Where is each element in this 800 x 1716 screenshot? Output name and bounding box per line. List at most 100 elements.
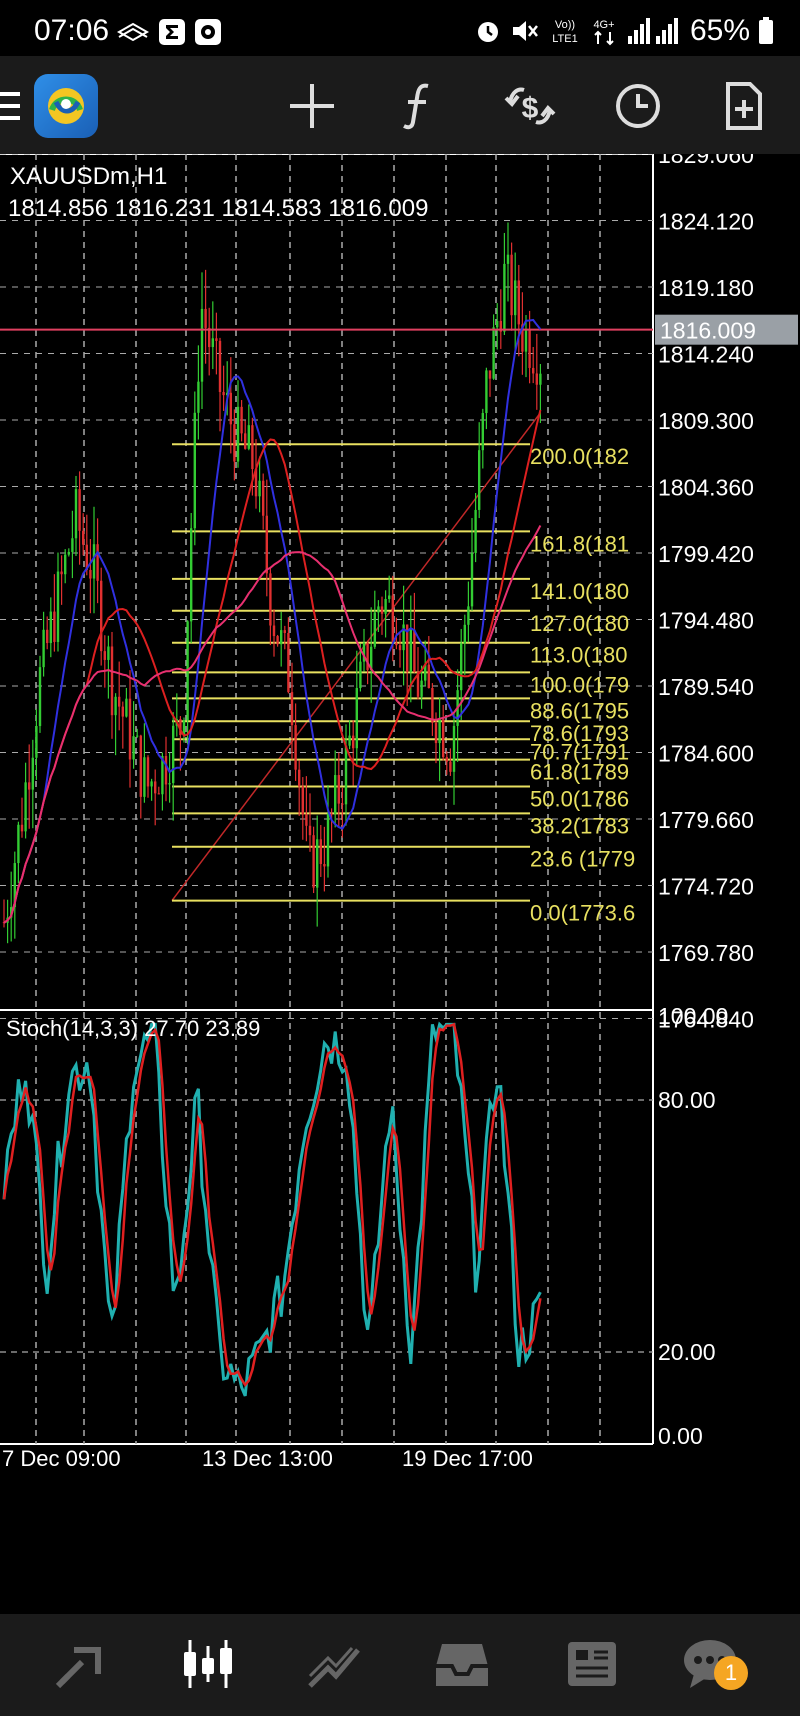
new-document-icon[interactable] (716, 78, 772, 134)
candle-body (488, 370, 492, 379)
candle-body (74, 489, 78, 539)
alarm-icon (477, 22, 498, 42)
candle-body (463, 624, 466, 644)
candle-body (287, 632, 290, 693)
candle-body (478, 450, 481, 510)
candle-body (452, 725, 456, 772)
candle-body (280, 630, 283, 645)
crosshair-icon[interactable] (284, 78, 340, 134)
candle-body (460, 643, 463, 691)
current-price-label: 1816.009 (660, 318, 756, 344)
chart-area[interactable]: 200.0(182 161.8(181 141.0(180 127.0(180 113.… (0, 142, 800, 1614)
clock-period-icon[interactable] (610, 78, 666, 134)
candle-body (128, 698, 132, 760)
candle-body (17, 824, 20, 864)
volte-icon: Vo)) LTE1 (552, 19, 577, 45)
price-tick-label: 1794.480 (658, 608, 754, 634)
candle-body (258, 480, 261, 497)
candle-body (420, 680, 423, 697)
candle-body (236, 406, 240, 462)
candle-body (524, 328, 528, 352)
candle-body (247, 425, 250, 449)
stochastic-oscillator: 100.0080.0020.000.00 (0, 1003, 728, 1449)
candle-body (352, 735, 355, 749)
time-label: 7 Dec 09:00 (2, 1446, 121, 1471)
candle-body (517, 280, 520, 325)
price-tick-label: 1799.420 (658, 541, 754, 567)
svg-text:LTE1: LTE1 (552, 33, 577, 45)
candle-body (89, 569, 92, 579)
candle-body (539, 373, 542, 385)
candle-body (204, 308, 207, 328)
candle-body (298, 769, 301, 787)
price-tick-label: 1779.660 (658, 807, 754, 833)
candle-body (20, 824, 24, 832)
indicators-f-icon[interactable] (392, 78, 448, 134)
trade-dollar-icon[interactable]: $ (502, 78, 558, 134)
candle-body (438, 719, 441, 744)
siamgold-icon (116, 22, 150, 42)
candle-body (398, 645, 402, 651)
fib-level-label: 23.6 (1779 (530, 847, 635, 872)
stoch-label: Stoch(14,3,3) 27.70 23.89 (6, 1016, 260, 1041)
chart-icon[interactable] (178, 1636, 238, 1692)
candle-body (377, 606, 380, 613)
candle-body (269, 573, 272, 626)
fib-level-label: 38.2(1783 (530, 813, 629, 838)
candle-body (391, 595, 394, 643)
candle-body (272, 625, 276, 637)
candle-body (427, 664, 430, 689)
candle-body (316, 839, 319, 888)
fib-level-label: 61.8(1789 (530, 760, 629, 785)
candle-body (294, 725, 297, 770)
trade-icon[interactable] (304, 1636, 364, 1692)
menu-icon[interactable] (0, 92, 20, 120)
candle-body (132, 736, 135, 760)
candle-body (190, 528, 193, 622)
candle-body (78, 489, 81, 531)
candle-body (211, 338, 214, 348)
candle-body (208, 327, 211, 348)
candle-body (172, 725, 175, 784)
candle-body (164, 756, 168, 785)
candle-body (150, 781, 153, 787)
time-label: 13 Dec 13:00 (202, 1446, 333, 1471)
candle-body (503, 263, 506, 332)
candle-body (265, 515, 268, 574)
app-logo[interactable] (34, 74, 98, 138)
history-icon[interactable] (432, 1636, 492, 1692)
candle-body (330, 813, 333, 815)
fib-level-label: 50.0(1786 (530, 786, 629, 811)
candle-body (82, 530, 85, 545)
quotes-icon[interactable] (52, 1636, 112, 1692)
candle-body (28, 782, 31, 790)
messages-badge: 1 (714, 1656, 748, 1690)
svg-text:4G+: 4G+ (593, 19, 614, 31)
battery-icon (759, 17, 773, 44)
candle-body (118, 696, 121, 707)
candle-body (510, 254, 513, 316)
candle-body (38, 667, 42, 727)
candle-body (200, 308, 204, 382)
candle-body (496, 320, 499, 328)
price-tick-label: 1774.720 (658, 874, 754, 900)
price-chart[interactable]: 200.0(182 161.8(181 141.0(180 127.0(180 113.… (0, 142, 800, 1614)
candle-body (301, 786, 304, 815)
sigma-app-icon (159, 19, 185, 45)
candle-body (535, 373, 538, 385)
candle-body (110, 646, 114, 716)
candle-body (514, 280, 517, 316)
price-tick-label: 1769.780 (658, 940, 754, 966)
candle-body (532, 367, 535, 374)
news-icon[interactable] (562, 1636, 622, 1692)
candle-body (233, 424, 236, 462)
candle-body (528, 328, 531, 368)
price-tick-label: 1814.240 (658, 342, 754, 368)
candle-body (154, 781, 157, 794)
price-tick-label: 1829.060 (658, 154, 754, 168)
candle-body (103, 651, 106, 660)
candle-body (193, 412, 196, 529)
battery-percent: 65% (689, 14, 750, 47)
candle-body (308, 825, 312, 836)
fib-level-label: 88.6(1795 (530, 698, 629, 723)
